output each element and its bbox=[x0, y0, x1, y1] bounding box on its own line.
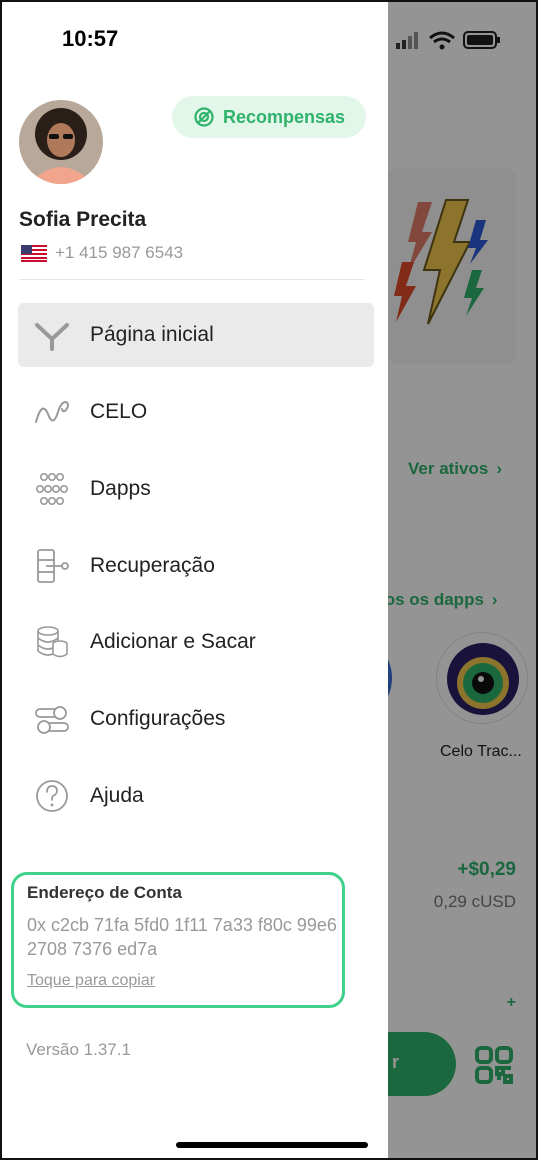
copy-address-link[interactable]: Toque para copiar bbox=[27, 972, 155, 990]
menu-item-label: Ajuda bbox=[90, 784, 144, 807]
menu-item-dapps[interactable]: Dapps bbox=[18, 457, 374, 521]
account-address-value: 0x c2cb 71fa 5fd0 1f11 7a33 f80c 99e6 27… bbox=[27, 915, 337, 959]
home-icon bbox=[35, 323, 69, 351]
app-version: Versão 1.37.1 bbox=[26, 1040, 131, 1059]
status-time: 10:57 bbox=[62, 26, 119, 51]
menu-item-label: CELO bbox=[90, 400, 148, 423]
menu-item-celo[interactable]: CELO bbox=[18, 380, 374, 444]
rewards-icon bbox=[194, 107, 214, 127]
account-address-title: Endereço de Conta bbox=[27, 883, 182, 902]
phone-frame: Ver ativos › los os dapps › Celo Trac... +… bbox=[0, 0, 538, 1160]
menu-item-ajuda[interactable]: Ajuda bbox=[18, 764, 374, 828]
drawer-overlay[interactable] bbox=[388, 2, 536, 1158]
rewards-button[interactable]: Recompensas bbox=[172, 96, 366, 138]
us-flag-icon bbox=[21, 244, 47, 262]
menu-item-label: Página inicial bbox=[90, 323, 214, 346]
help-icon bbox=[36, 780, 68, 812]
menu-item-configuracoes[interactable]: Configurações bbox=[18, 687, 374, 751]
menu-item-label: Configurações bbox=[90, 707, 226, 730]
menu-item-label: Recuperação bbox=[90, 554, 215, 577]
phone-number: +1 415 987 6543 bbox=[55, 243, 184, 262]
status-icons bbox=[396, 31, 500, 50]
phone-row: +1 415 987 6543 bbox=[21, 243, 183, 263]
menu-item-label: Adicionar e Sacar bbox=[90, 630, 256, 653]
recovery-icon bbox=[37, 549, 69, 583]
menu-item-label: Dapps bbox=[90, 477, 151, 500]
navigation-drawer: 10:57 Recompensas Sofia Precita +1 415 9… bbox=[2, 2, 388, 1158]
dapps-icon bbox=[35, 472, 68, 505]
celo-icon bbox=[35, 400, 69, 423]
menu-item-recuperacao[interactable]: Recuperação bbox=[18, 534, 374, 598]
user-name: Sofia Precita bbox=[19, 208, 147, 231]
divider bbox=[19, 279, 365, 280]
avatar[interactable] bbox=[19, 100, 103, 184]
menu-item-pagina-inicial[interactable]: Página inicial bbox=[18, 303, 374, 367]
rewards-label: Recompensas bbox=[222, 106, 346, 127]
home-indicator[interactable] bbox=[176, 1142, 368, 1148]
account-address-box[interactable]: Endereço de Conta 0x c2cb 71fa 5fd0 1f11… bbox=[11, 872, 345, 1008]
settings-icon bbox=[35, 706, 69, 734]
menu-item-adicionar-sacar[interactable]: Adicionar e Sacar bbox=[18, 610, 374, 674]
coins-icon bbox=[37, 626, 68, 658]
